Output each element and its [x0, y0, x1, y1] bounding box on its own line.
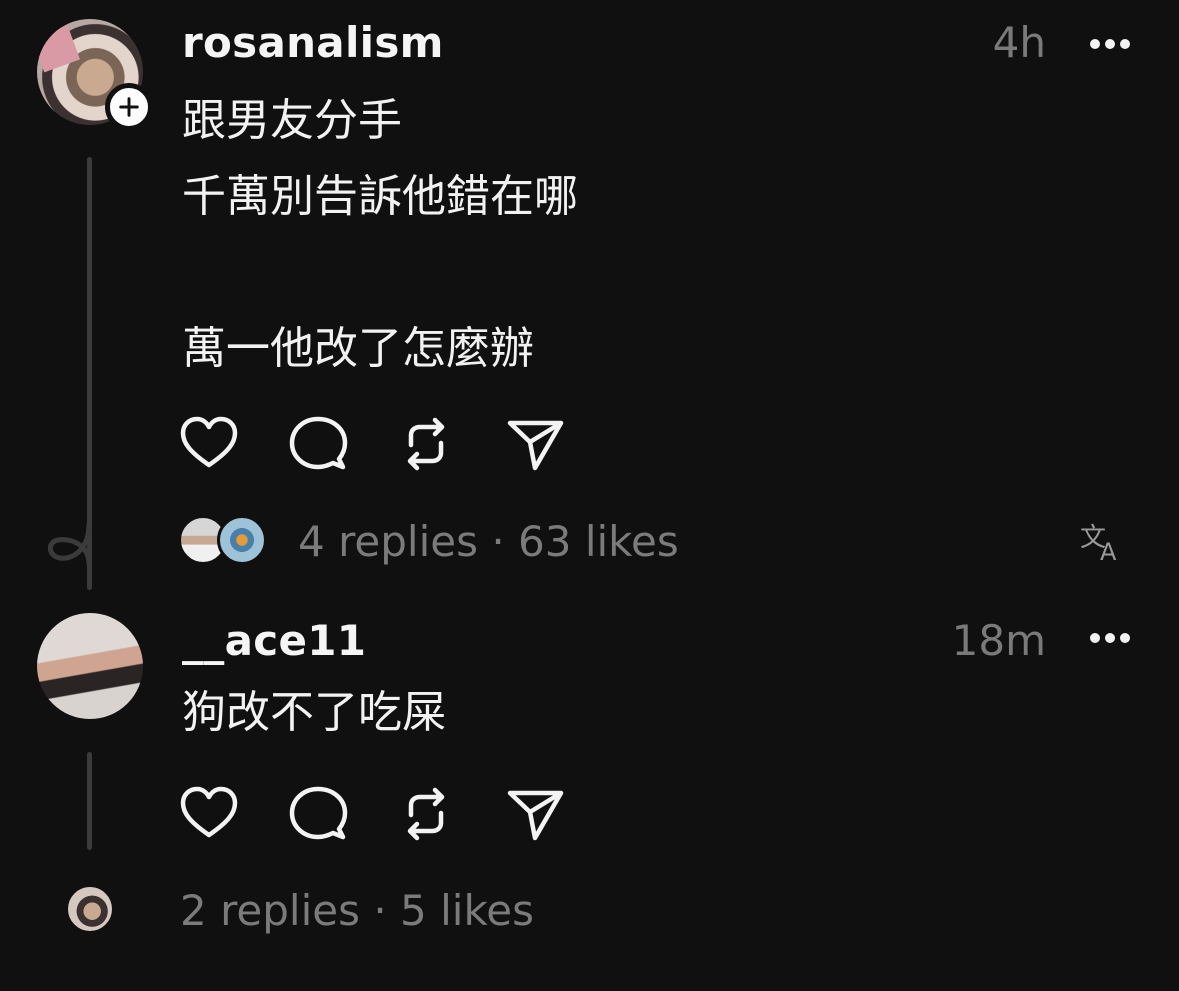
like-button[interactable]: [178, 413, 240, 475]
post-rosanalism: rosanalism 4h 跟男友分手 千萬別告訴他錯在哪 萬一他改了怎麼辦 4…: [0, 0, 1179, 600]
reply-like-stats[interactable]: 2 replies · 5 likes: [180, 886, 534, 935]
send-icon: [507, 790, 564, 841]
repost-button[interactable]: [395, 413, 457, 475]
post-body: 狗改不了吃屎: [182, 687, 446, 738]
heart-icon: [180, 786, 238, 838]
replier-avatar[interactable]: [217, 515, 267, 565]
thread-loop-icon: [47, 521, 92, 566]
send-icon: [507, 420, 564, 471]
follow-button[interactable]: [105, 83, 153, 131]
share-button[interactable]: [505, 783, 567, 845]
share-button[interactable]: [505, 413, 567, 475]
like-button[interactable]: [178, 783, 240, 845]
comment-icon: [289, 786, 348, 840]
heart-icon: [180, 416, 238, 468]
reply-button[interactable]: [287, 783, 349, 845]
username[interactable]: __ace11: [182, 616, 366, 665]
translate-icon[interactable]: 文 A: [1078, 518, 1126, 564]
plus-icon: [119, 97, 139, 117]
more-dots-icon[interactable]: [1088, 37, 1132, 51]
more-dots-icon[interactable]: [1088, 631, 1132, 645]
avatar[interactable]: [37, 613, 143, 719]
post-body: 跟男友分手 千萬別告訴他錯在哪 萬一他改了怎麼辦: [182, 95, 578, 374]
comment-icon: [289, 416, 348, 470]
timestamp: 18m: [951, 616, 1046, 665]
repost-icon: [407, 417, 445, 471]
thread-view: rosanalism 4h 跟男友分手 千萬別告訴他錯在哪 萬一他改了怎麼辦 4…: [0, 0, 1179, 991]
svg-text:A: A: [1100, 538, 1117, 564]
repost-icon: [407, 787, 445, 841]
reply-button[interactable]: [287, 413, 349, 475]
thread-line: [87, 752, 92, 850]
post-ace11: __ace11 18m 狗改不了吃屎 2 replies · 5 likes: [0, 600, 1179, 991]
reply-like-stats[interactable]: 4 replies · 63 likes: [298, 517, 679, 566]
timestamp: 4h: [992, 18, 1046, 67]
username[interactable]: rosanalism: [182, 18, 444, 67]
repost-button[interactable]: [395, 783, 457, 845]
replier-avatar[interactable]: [65, 884, 115, 934]
